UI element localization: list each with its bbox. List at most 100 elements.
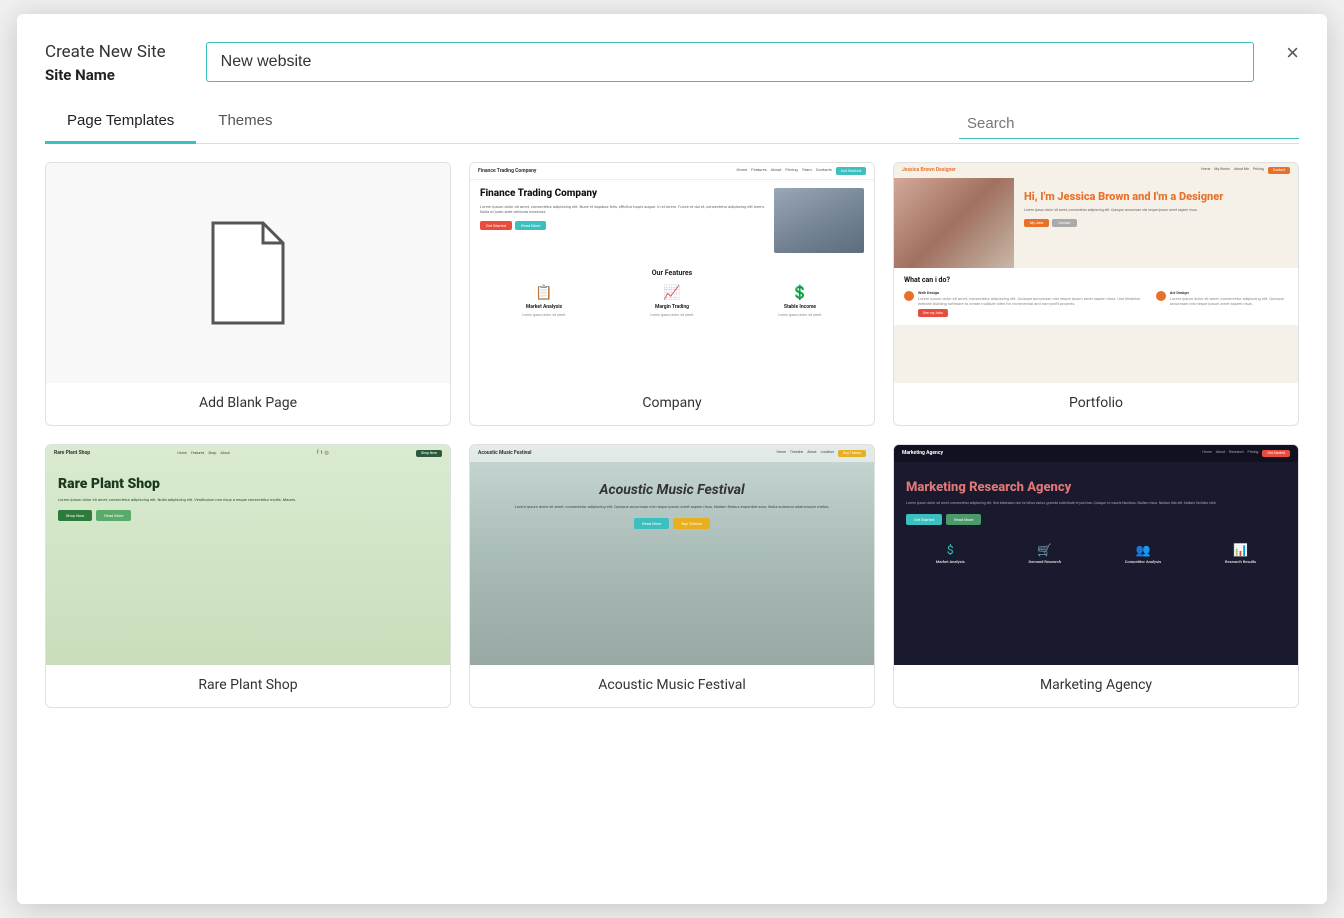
company-nav-links: Home Features About Pricing Team Contact…: [737, 167, 866, 175]
company-nav-home: Home: [737, 167, 748, 175]
music-hero-btn2: Buy Tickets: [673, 518, 709, 529]
portfolio-nav: Jessica Brown Designer Home My Works Abo…: [894, 163, 1298, 178]
marketing-hero-desc: Lorem ipsum dolor sit amet, consectetur …: [906, 501, 1286, 506]
company-nav: Finance Trading Company Home Features Ab…: [470, 163, 874, 180]
music-hero-title: Acoustic Music Festival: [482, 482, 862, 499]
marketing-feat3-icon: 👥: [1125, 543, 1161, 557]
plant-nav-btn: Shop Now: [416, 450, 442, 457]
portfolio-hero-text: Hi, I'm Jessica Brown and I'm a Designer…: [1014, 178, 1298, 268]
close-button[interactable]: ×: [1286, 40, 1299, 66]
company-hero-btn2: Read More: [515, 221, 546, 230]
template-plant-shop[interactable]: Rare Plant Shop Home Features Shop About…: [45, 444, 451, 708]
marketing-label: Marketing Agency: [894, 665, 1298, 707]
music-nav-btn: Buy Tickets: [838, 450, 866, 457]
marketing-nav-links: Home About Research Pricing Get Started: [1202, 450, 1290, 457]
marketing-nav-brand: Marketing Agency: [902, 450, 943, 456]
plant-nav-features: Features: [191, 451, 205, 455]
portfolio-features: What can i do? Web Design Lorem ipsum do…: [894, 268, 1298, 325]
portfolio-nav-home: Home: [1201, 167, 1210, 174]
music-hero-desc: Lorem ipsum dolor sit amet, consectetur …: [482, 504, 862, 510]
plant-social-ig: ◎: [324, 450, 328, 456]
marketing-hero-btn2: Read More: [946, 514, 981, 525]
portfolio-feat2-desc: Lorem ipsum dolor sit amet, consectetur …: [1170, 296, 1288, 306]
plant-hero-btn2: Read More: [96, 510, 131, 521]
company-feat-1: 📋 Market Analysis Lorem ipsum dolor sit …: [522, 285, 566, 317]
marketing-features: $ Market Analysis 🛒 Demand Research 👥 Co…: [894, 535, 1298, 572]
search-wrap: [959, 111, 1299, 139]
company-hero-title: Finance Trading Company: [480, 188, 766, 200]
template-company[interactable]: Finance Trading Company Home Features Ab…: [469, 162, 875, 426]
marketing-hero-btn1: Get Started: [906, 514, 942, 525]
portfolio-nav-links: Home My Works About Me Pricing Contact: [1201, 167, 1290, 174]
portfolio-hero-btn2: Contact: [1052, 219, 1076, 227]
plant-nav: Rare Plant Shop Home Features Shop About…: [46, 445, 450, 462]
tab-themes[interactable]: Themes: [196, 102, 294, 144]
plant-nav-links: Home Features Shop About: [177, 451, 229, 455]
template-marketing[interactable]: Marketing Agency Home About Research Pri…: [893, 444, 1299, 708]
modal-title: Create New Site: [45, 42, 166, 62]
portfolio-feat2: Art Design Lorem ipsum dolor sit amet, c…: [1156, 290, 1288, 317]
modal-header: Create New Site Site Name ×: [45, 42, 1299, 84]
music-nav-about: About: [807, 450, 816, 457]
company-nav-features: Features: [751, 167, 766, 175]
portfolio-feat1-desc: Lorem ipsum dolor sit amet, consectetur …: [918, 296, 1150, 306]
company-features-row: 📋 Market Analysis Lorem ipsum dolor sit …: [480, 285, 864, 317]
marketing-feat2: 🛒 Demand Research: [1028, 543, 1061, 564]
marketing-feat4-icon: 📊: [1225, 543, 1256, 557]
templates-grid: Add Blank Page Finance Trading Company H…: [45, 162, 1299, 708]
template-music-festival[interactable]: Acoustic Music Festival Home Timeline Ab…: [469, 444, 875, 708]
music-nav-timeline: Timeline: [790, 450, 803, 457]
site-name-input[interactable]: [206, 42, 1254, 82]
company-nav-about: About: [771, 167, 782, 175]
music-preview: Acoustic Music Festival Home Timeline Ab…: [470, 445, 874, 665]
company-nav-contacts: Contacts: [816, 167, 832, 175]
company-feat1-name: Market Analysis: [526, 304, 562, 310]
plant-hero-title: Rare Plant Shop: [58, 477, 438, 492]
company-feat3-name: Stable Income: [784, 304, 816, 310]
company-nav-btn: Get Started: [836, 167, 866, 175]
search-input[interactable]: [959, 111, 1299, 139]
template-portfolio[interactable]: Jessica Brown Designer Home My Works Abo…: [893, 162, 1299, 426]
music-hero-btns: Read More Buy Tickets: [482, 518, 862, 529]
company-feat-3: 💲 Stable Income Lorem ipsum dolor sit am…: [778, 285, 822, 317]
plant-hero-content: Rare Plant Shop Lorem ipsum dolor sit am…: [46, 462, 450, 532]
company-hero-img: [774, 188, 864, 253]
company-feat2-name: Margin Trading: [655, 304, 689, 310]
company-hero-desc: Lorem ipsum dolor sit amet, consectetur …: [480, 204, 766, 215]
plant-nav-social: f t ◎: [317, 450, 329, 456]
marketing-hero-title: Marketing Research Agency: [906, 480, 1286, 496]
marketing-hero: Marketing Research Agency Lorem ipsum do…: [894, 462, 1298, 535]
portfolio-hero-desc: Lorem ipsum dolor sit amet, consectetur …: [1024, 208, 1288, 213]
plant-nav-shop: Shop: [208, 451, 216, 455]
portfolio-features-title: What can i do?: [904, 276, 1288, 284]
company-hero-btns: Get Started Read More: [480, 221, 766, 230]
tabs: Page Templates Themes: [45, 102, 294, 143]
portfolio-nav-brand: Jessica Brown Designer: [902, 167, 956, 173]
portfolio-feat2-text: Art Design Lorem ipsum dolor sit amet, c…: [1170, 290, 1288, 317]
company-feat2-desc: Lorem ipsum dolor sit amet.: [650, 313, 694, 317]
company-nav-brand: Finance Trading Company: [478, 168, 536, 174]
portfolio-feat2-dot: [1156, 291, 1166, 301]
music-nav-brand: Acoustic Music Festival: [478, 450, 531, 456]
marketing-feat2-icon: 🛒: [1028, 543, 1061, 557]
company-feat1-desc: Lorem ipsum dolor sit amet.: [522, 313, 566, 317]
portfolio-feat1-dot: [904, 291, 914, 301]
portfolio-preview: Jessica Brown Designer Home My Works Abo…: [894, 163, 1298, 383]
blank-label: Add Blank Page: [46, 383, 450, 425]
blank-card-content: [46, 163, 450, 383]
portfolio-hero-btn1: My Jobs: [1024, 219, 1049, 227]
marketing-feat4: 📊 Research Results: [1225, 543, 1256, 564]
tab-page-templates[interactable]: Page Templates: [45, 102, 196, 144]
company-hero: Finance Trading Company Lorem ipsum dolo…: [470, 180, 874, 261]
marketing-feat1-name: Market Analysis: [936, 559, 965, 564]
blank-preview: [46, 163, 450, 383]
portfolio-nav-btn: Contact: [1268, 167, 1290, 174]
portfolio-feat1: Web Design Lorem ipsum dolor sit amet, c…: [904, 290, 1150, 317]
blank-page-icon: [203, 218, 293, 328]
music-festival-label: Acoustic Music Festival: [470, 665, 874, 707]
portfolio-hero: Hi, I'm Jessica Brown and I'm a Designer…: [894, 178, 1298, 268]
portfolio-hero-img-inner: [894, 178, 1014, 268]
marketing-feat1: $ Market Analysis: [936, 543, 965, 564]
template-blank[interactable]: Add Blank Page: [45, 162, 451, 426]
portfolio-feat1-btn: See my Jobs: [918, 309, 948, 317]
